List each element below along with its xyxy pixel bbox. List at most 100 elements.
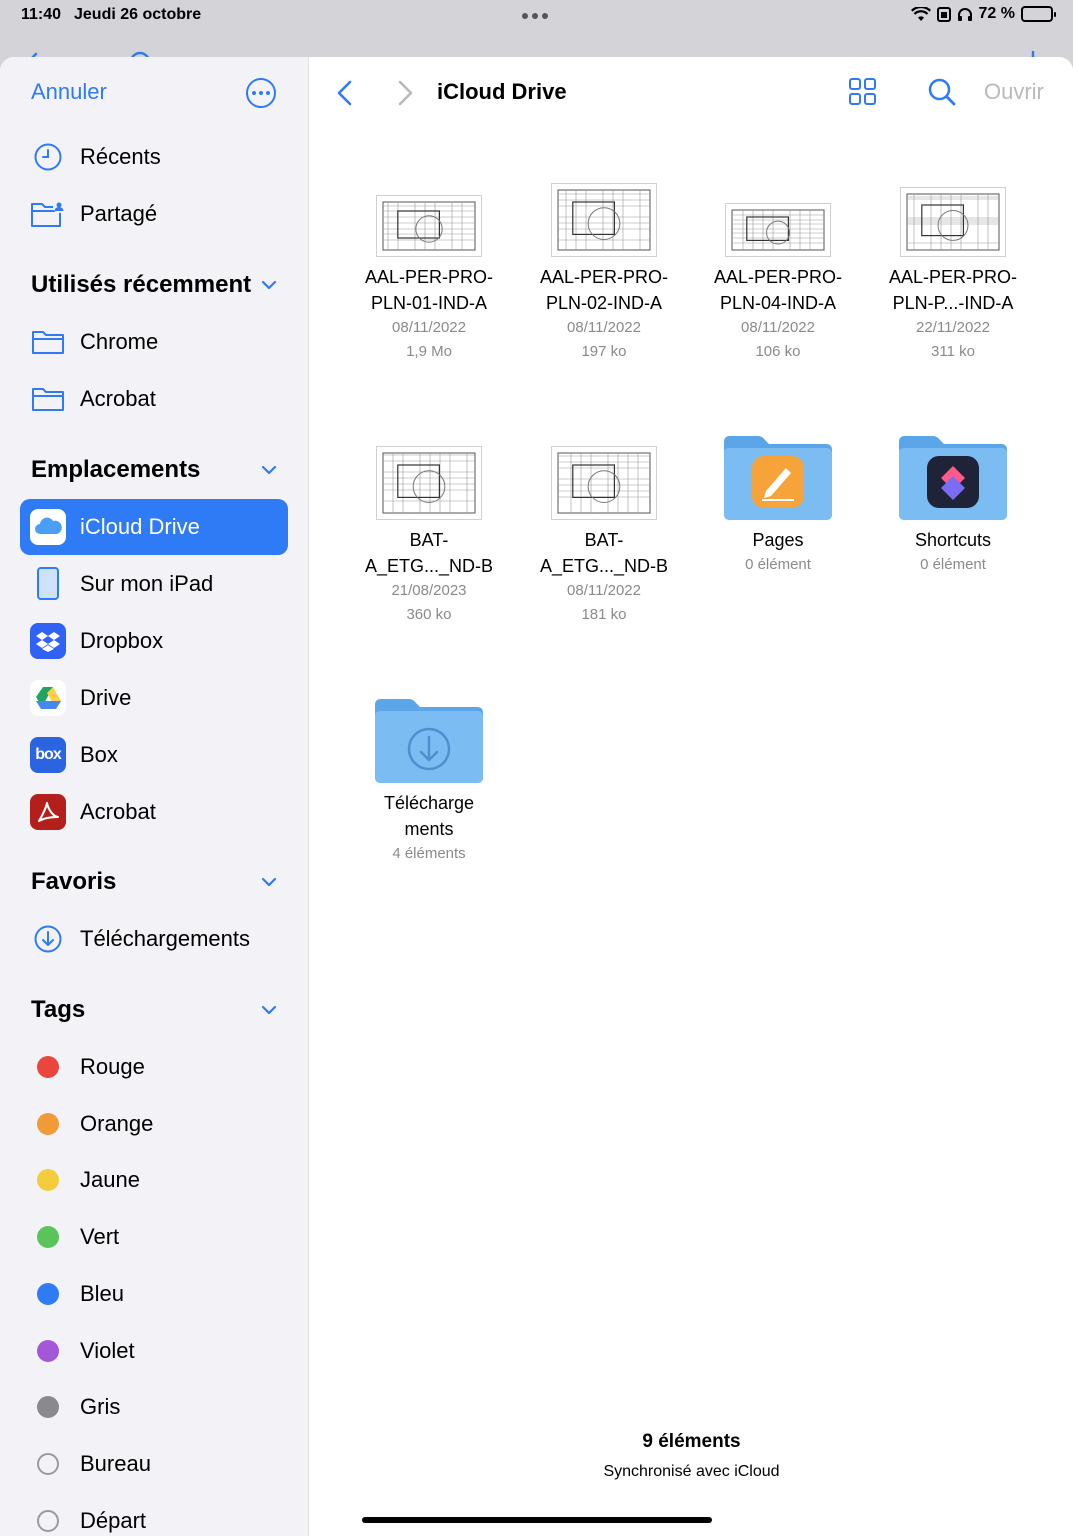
cancel-button[interactable]: Annuler bbox=[31, 79, 107, 105]
sidebar-item-tag[interactable]: Départ bbox=[20, 1493, 288, 1536]
home-indicator[interactable] bbox=[362, 1517, 712, 1523]
battery-icon bbox=[1021, 6, 1056, 22]
sidebar-item-tag[interactable]: Bureau bbox=[20, 1436, 288, 1492]
status-bar: 11:40 Jeudi 26 octobre 72 % bbox=[0, 0, 1073, 32]
tag-dot-icon bbox=[30, 1505, 66, 1536]
sidebar-item-label: Acrobat bbox=[80, 386, 156, 411]
back-chevron-icon[interactable] bbox=[334, 79, 354, 112]
acrobat-icon bbox=[30, 794, 66, 830]
floor-plan-preview bbox=[725, 203, 831, 257]
file-item[interactable]: AAL-PER-PRO- PLN-P...-IND-A 22/11/2022 311 … bbox=[866, 177, 1040, 417]
item-count: 0 élément bbox=[920, 556, 986, 573]
sidebar-item-label: Orange bbox=[80, 1110, 154, 1136]
item-name: AAL-PER-PRO- bbox=[888, 267, 1018, 287]
sidebar: Annuler Récents Partagé Utilisés récemme… bbox=[0, 57, 309, 1536]
item-size: 181 ko bbox=[581, 606, 627, 623]
wifi-icon bbox=[910, 6, 931, 21]
main-content: iCloud Drive Ouvrir AAL-PER-PRO- PLN-01-I… bbox=[310, 57, 1073, 1536]
chevron-down-icon[interactable] bbox=[261, 874, 277, 890]
sidebar-item-tag[interactable]: Vert bbox=[20, 1209, 288, 1265]
pages-folder-icon bbox=[724, 434, 832, 520]
tag-dot-icon bbox=[30, 1448, 66, 1480]
chevron-down-icon[interactable] bbox=[261, 462, 277, 478]
sidebar-item-recents[interactable]: Récents bbox=[20, 129, 288, 185]
forward-chevron-icon[interactable] bbox=[396, 79, 416, 112]
sidebar-item-shared[interactable]: Partagé bbox=[20, 186, 288, 242]
file-item[interactable]: BAT- A_ETG..._ND-B 08/11/2022 181 ko bbox=[517, 440, 691, 680]
item-name-line2: PLN-04-IND-A bbox=[719, 293, 837, 313]
search-icon[interactable] bbox=[927, 77, 957, 112]
sidebar-item-label: Sur mon iPad bbox=[80, 571, 214, 596]
item-name-line2: A_ETG..._ND-B bbox=[364, 556, 494, 576]
tag-dot-icon bbox=[30, 1051, 66, 1083]
sidebar-item-tag[interactable]: Jaune bbox=[20, 1152, 288, 1208]
item-size: 106 ko bbox=[755, 343, 801, 360]
sidebar-item-on-my-ipad[interactable]: Sur mon iPad bbox=[20, 556, 288, 612]
sync-status: Synchronisé avec iCloud bbox=[603, 1463, 780, 1480]
chevron-down-icon[interactable] bbox=[261, 277, 277, 293]
folder-thumbnail bbox=[866, 436, 1040, 520]
sidebar-item-downloads[interactable]: Téléchargements bbox=[20, 911, 288, 967]
dropbox-icon bbox=[30, 623, 66, 659]
sidebar-item-tag[interactable]: Violet bbox=[20, 1323, 288, 1379]
sidebar-item-label: Chrome bbox=[80, 329, 159, 354]
sidebar-item-google-drive[interactable]: Drive bbox=[20, 670, 288, 726]
sidebar-item-label: Rouge bbox=[80, 1054, 145, 1079]
file-picker-sheet: Annuler Récents Partagé Utilisés récemme… bbox=[0, 57, 1073, 1536]
chevron-down-icon[interactable] bbox=[261, 1002, 277, 1018]
item-name: Pages bbox=[752, 530, 804, 550]
status-right: 72 % bbox=[910, 5, 1056, 23]
sidebar-item-label: Récents bbox=[80, 144, 161, 169]
document-thumbnail bbox=[517, 440, 691, 520]
open-button[interactable]: Ouvrir bbox=[984, 79, 1044, 105]
tag-dot-icon bbox=[30, 1108, 66, 1140]
sidebar-item-tag[interactable]: Rouge bbox=[20, 1039, 288, 1095]
item-date: 08/11/2022 bbox=[567, 582, 641, 599]
document-thumbnail bbox=[691, 177, 865, 257]
grid-view-icon[interactable] bbox=[848, 77, 878, 112]
item-count: 4 éléments bbox=[392, 845, 466, 862]
document-thumbnail bbox=[866, 177, 1040, 257]
floor-plan-preview bbox=[551, 183, 657, 257]
file-item[interactable]: BAT- A_ETG..._ND-B 21/08/2023 360 ko bbox=[342, 440, 516, 680]
sidebar-item-tag[interactable]: Orange bbox=[20, 1096, 288, 1152]
sidebar-item-label: Partagé bbox=[80, 201, 158, 226]
floor-plan-preview bbox=[376, 195, 482, 257]
item-date: 08/11/2022 bbox=[741, 319, 815, 336]
google-drive-icon bbox=[30, 680, 66, 716]
item-name-line2: PLN-P...-IND-A bbox=[892, 293, 1014, 313]
item-size: 1,9 Mo bbox=[406, 343, 452, 360]
sidebar-item-tag[interactable]: Gris bbox=[20, 1379, 288, 1435]
box-badge: box bbox=[30, 737, 66, 773]
multitasking-dots-icon[interactable] bbox=[522, 13, 548, 19]
more-options-icon[interactable] bbox=[246, 78, 276, 108]
sidebar-item-label: Box bbox=[80, 742, 118, 767]
section-header-tags: Tags bbox=[31, 996, 86, 1023]
item-count: 9 éléments bbox=[642, 1431, 741, 1452]
item-size: 311 ko bbox=[931, 343, 975, 360]
headphones-icon bbox=[957, 7, 972, 21]
box-icon: box bbox=[30, 737, 66, 773]
sidebar-item-icloud-drive[interactable]: iCloud Drive bbox=[20, 499, 288, 555]
sidebar-item-tag[interactable]: Bleu bbox=[20, 1266, 288, 1322]
item-name: AAL-PER-PRO- bbox=[364, 267, 494, 287]
file-item[interactable]: AAL-PER-PRO- PLN-02-IND-A 08/11/2022 197 ko bbox=[517, 177, 691, 417]
folder-item[interactable]: Pages 0 élément bbox=[691, 436, 865, 680]
sidebar-item-acrobat-folder[interactable]: Acrobat bbox=[20, 371, 288, 427]
sidebar-item-dropbox[interactable]: Dropbox bbox=[20, 613, 288, 669]
tag-dot-icon bbox=[30, 1335, 66, 1367]
clock-icon bbox=[30, 141, 66, 173]
item-name-line2: A_ETG..._ND-B bbox=[539, 556, 669, 576]
file-item[interactable]: AAL-PER-PRO- PLN-01-IND-A 08/11/2022 1,9 Mo bbox=[342, 177, 516, 417]
sidebar-item-chrome[interactable]: Chrome bbox=[20, 314, 288, 370]
folder-item[interactable]: Télécharge ments 4 éléments bbox=[342, 699, 516, 943]
document-thumbnail bbox=[517, 177, 691, 257]
section-header-recent: Utilisés récemment bbox=[31, 271, 252, 298]
sidebar-item-box[interactable]: box Box bbox=[20, 727, 288, 783]
item-size: 360 ko bbox=[406, 606, 452, 623]
file-item[interactable]: AAL-PER-PRO- PLN-04-IND-A 08/11/2022 106 ko bbox=[691, 177, 865, 417]
folder-item[interactable]: Shortcuts 0 élément bbox=[866, 436, 1040, 680]
page-title: iCloud Drive bbox=[437, 79, 567, 104]
sidebar-item-acrobat[interactable]: Acrobat bbox=[20, 784, 288, 840]
item-date: 08/11/2022 bbox=[392, 319, 466, 336]
